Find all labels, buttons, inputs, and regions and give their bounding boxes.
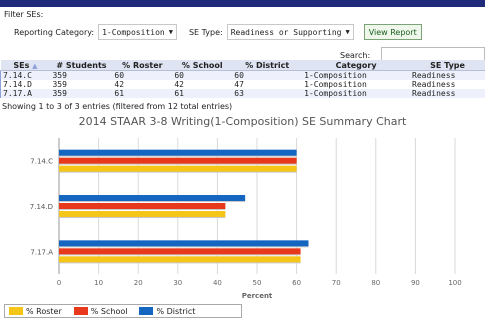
cell-se-type: Readiness (410, 89, 485, 98)
column-header-district[interactable]: % District (232, 60, 303, 71)
table-header-row: SEs ▲ # Students % Roster % School % Dis… (0, 60, 485, 71)
x-tick-label: 90 (411, 279, 420, 287)
y-category-label: 7.14.C (30, 158, 53, 166)
reporting-category-value: 1-Composition (102, 27, 165, 37)
table-row[interactable]: 7.14.D 359 42 42 47 1-Composition Readin… (0, 80, 485, 89)
cell-category: 1-Composition (302, 80, 411, 89)
cell-se: 7.14.D (0, 80, 51, 89)
se-table: SEs ▲ # Students % Roster % School % Dis… (0, 60, 485, 98)
chevron-down-icon: ▼ (168, 28, 173, 36)
bar-roster (59, 211, 226, 217)
cell-students: 359 (50, 80, 113, 89)
bar-school (59, 248, 301, 255)
chart-title: 2014 STAAR 3-8 Writing(1-Composition) SE… (78, 115, 407, 128)
cell-school: 42 (172, 80, 233, 89)
sort-ascending-icon: ▲ (32, 61, 38, 70)
bar-chart: 0 10 20 30 40 50 60 70 80 90 100 Percent 7.14.C 7.14.… (30, 138, 462, 300)
x-tick-label: 80 (371, 279, 380, 287)
column-header-se-type[interactable]: SE Type (410, 60, 485, 71)
x-tick-label: 10 (94, 279, 103, 287)
legend-swatch-district (139, 307, 154, 315)
filter-row: Reporting Category: 1-Composition ▼ SE T… (14, 24, 422, 40)
x-tick-label: 0 (57, 279, 61, 287)
cell-district: 60 (232, 70, 303, 80)
reporting-category-select[interactable]: 1-Composition ▼ (98, 24, 177, 40)
chevron-down-icon: ▼ (345, 28, 350, 36)
legend-item-district[interactable]: % District (139, 307, 195, 316)
bar-school (59, 157, 297, 164)
column-header-roster[interactable]: % Roster (112, 60, 173, 71)
y-category-label: 7.17.A (30, 248, 53, 256)
bar-district (59, 240, 309, 247)
cell-se-type: Readiness (410, 80, 485, 89)
cell-se: 7.17.A (0, 89, 51, 98)
bar-district (59, 195, 246, 201)
cell-roster: 60 (112, 70, 173, 80)
legend-item-roster[interactable]: % Roster (9, 307, 62, 316)
cell-school: 60 (172, 70, 233, 80)
cell-district: 63 (232, 89, 303, 98)
top-header-bar (0, 0, 485, 7)
legend-swatch-roster (9, 307, 23, 315)
search-label: Search: (340, 51, 371, 60)
legend-label-roster: % Roster (26, 306, 62, 316)
se-type-value: Readiness or Supporting (230, 27, 342, 37)
cell-district: 47 (232, 80, 303, 89)
cell-se: 7.14.C (0, 70, 51, 80)
x-tick-label: 50 (253, 279, 262, 287)
y-category-label: 7.14.D (30, 203, 53, 211)
x-tick-label: 20 (134, 279, 143, 287)
reporting-category-label: Reporting Category: (14, 27, 95, 37)
cell-students: 359 (50, 70, 113, 80)
table-row[interactable]: 7.14.C 359 60 60 60 1-Composition Readin… (0, 70, 485, 80)
chart-legend: % Roster % School % District (4, 304, 242, 318)
legend-label-school: % School (90, 306, 128, 316)
legend-label-district: % District (156, 306, 196, 316)
x-axis-label: Percent (242, 292, 273, 300)
bar-school (59, 203, 226, 209)
legend-item-school[interactable]: % School (73, 306, 128, 316)
column-header-students[interactable]: # Students (50, 60, 113, 71)
bar-roster (59, 256, 301, 263)
x-tick-label: 40 (213, 279, 222, 287)
cell-roster: 61 (112, 89, 173, 98)
bar-roster (59, 165, 297, 172)
table-info: Showing 1 to 3 of 3 entries (filtered fr… (2, 102, 233, 111)
bar-district (59, 149, 297, 156)
x-tick-label: 70 (332, 279, 341, 287)
filter-title: Filter SEs: (4, 10, 44, 19)
cell-se-type: Readiness (410, 70, 485, 80)
se-type-label: SE Type: (188, 27, 223, 37)
table-row[interactable]: 7.17.A 359 61 61 63 1-Composition Readin… (0, 89, 485, 98)
cell-students: 359 (50, 89, 113, 98)
x-tick-label: 100 (448, 279, 461, 287)
column-header-school[interactable]: % School (172, 60, 233, 71)
search-input[interactable] (381, 47, 485, 61)
cell-school: 61 (172, 89, 233, 98)
cell-category: 1-Composition (302, 70, 411, 80)
x-tick-label: 30 (173, 279, 182, 287)
legend-swatch-school (73, 307, 88, 315)
cell-roster: 42 (112, 80, 173, 89)
cell-category: 1-Composition (302, 89, 411, 98)
view-report-button[interactable]: View Report (363, 24, 422, 40)
se-type-select[interactable]: Readiness or Supporting ▼ (226, 24, 354, 40)
x-tick-label: 60 (292, 279, 301, 287)
column-header-ses[interactable]: SEs ▲ (0, 60, 51, 71)
column-header-category[interactable]: Category (302, 60, 411, 71)
